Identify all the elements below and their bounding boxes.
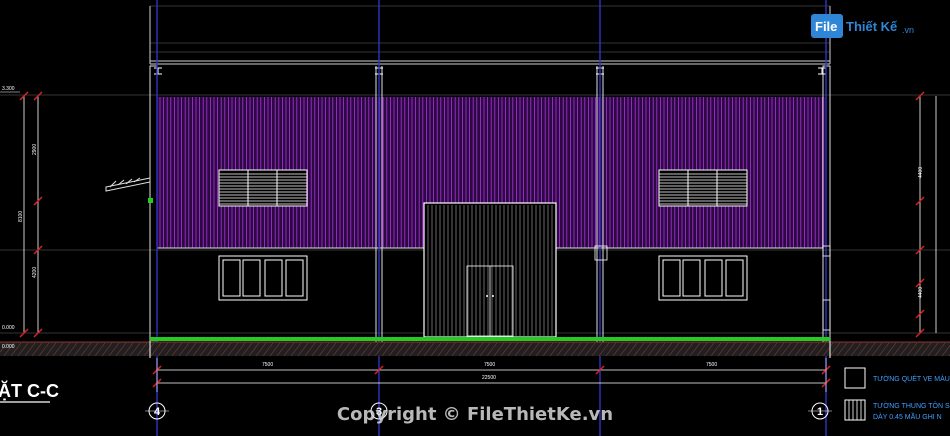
legend-item-3: DÀY 0.45 MẦU GHI N [873, 411, 942, 421]
dim-right-lower: 4400 [918, 287, 924, 298]
column-caps [154, 67, 826, 75]
dim-lower: 4200 [32, 267, 38, 278]
left-dimension-chain: 3.300 2900 8100 4200 0.000 0.000 [0, 86, 43, 350]
dim-elev-top: 3.300 [2, 86, 15, 92]
legend: TƯỜNG QUÉT VE MÀU TƯỜNG THUNG TÔN S DÀY … [844, 367, 950, 421]
section-title: ẶT C-C [0, 380, 59, 401]
grid-bubble-1: 1 [808, 402, 832, 420]
dim-bay-1: 7500 [262, 362, 273, 368]
grid-label-4: 4 [154, 406, 161, 418]
downpipes [594, 245, 831, 331]
cad-drawing-canvas: 3.300 2900 8100 4200 0.000 0.000 4400 44… [0, 0, 950, 436]
dim-upper: 2900 [32, 144, 38, 155]
site-logo: File Thiết Kế .vn [811, 14, 914, 38]
grid-bubble-4: 4 [145, 402, 169, 420]
window-right [658, 255, 748, 301]
logo-brand-word: Thiết Kế [846, 19, 898, 34]
copyright-watermark: Copyright © FileThietKe.vn [337, 404, 613, 425]
dim-elev-base: 0.000 [2, 325, 15, 331]
dim-elev-ground: 0.000 [2, 344, 15, 350]
dim-bay-2: 7500 [484, 362, 495, 368]
dim-bay-3: 7500 [706, 362, 717, 368]
logo-tld: .vn [902, 25, 914, 35]
legend-item-1: TƯỜNG QUÉT VE MÀU [873, 374, 950, 383]
drawing-title: ẶT C-C [0, 380, 59, 403]
left-canopy [105, 177, 153, 203]
louvre-vent-left [218, 169, 308, 207]
grid-label-1: 1 [817, 406, 823, 418]
louvre-vent-right [658, 169, 748, 207]
logo-file-word: File [815, 19, 837, 34]
roof-structure [149, 6, 831, 65]
ground-foundation [0, 337, 950, 358]
dim-right-upper: 4400 [918, 167, 924, 178]
main-door [423, 202, 557, 338]
dim-total: 8100 [18, 211, 24, 222]
legend-item-2: TƯỜNG THUNG TÔN S [873, 401, 950, 410]
dim-overall: 22500 [482, 375, 496, 381]
bottom-dimension-chain: 7500 7500 7500 22500 [152, 358, 831, 392]
window-left [218, 255, 308, 301]
right-dimension-chain: 4400 4400 [915, 91, 937, 338]
